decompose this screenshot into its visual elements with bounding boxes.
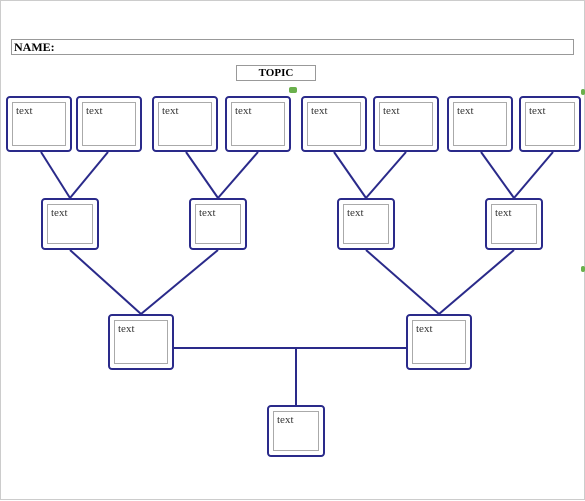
node-text: text: [47, 204, 93, 244]
tree-node[interactable]: text: [41, 198, 99, 250]
tree-node[interactable]: text: [6, 96, 72, 152]
node-text: text: [453, 102, 507, 146]
node-text: text: [379, 102, 433, 146]
node-text: text: [307, 102, 361, 146]
node-text: text: [491, 204, 537, 244]
node-text: text: [343, 204, 389, 244]
tree-node[interactable]: text: [485, 198, 543, 250]
topic-button[interactable]: TOPIC: [236, 65, 316, 81]
decoration-dot: [289, 87, 297, 93]
node-text: text: [12, 102, 66, 146]
decoration-dot: [581, 266, 585, 272]
tree-node[interactable]: text: [337, 198, 395, 250]
tree-node[interactable]: text: [447, 96, 513, 152]
tree-node[interactable]: text: [406, 314, 472, 370]
tree-node[interactable]: text: [373, 96, 439, 152]
tree-node[interactable]: text: [76, 96, 142, 152]
node-text: text: [82, 102, 136, 146]
node-text: text: [231, 102, 285, 146]
tree-node[interactable]: text: [301, 96, 367, 152]
node-text: text: [158, 102, 212, 146]
node-text: text: [114, 320, 168, 364]
tree-node[interactable]: text: [108, 314, 174, 370]
node-text: text: [195, 204, 241, 244]
node-text: text: [525, 102, 575, 146]
node-text: text: [412, 320, 466, 364]
tree-node[interactable]: text: [225, 96, 291, 152]
tree-node[interactable]: text: [152, 96, 218, 152]
tree-node[interactable]: text: [519, 96, 581, 152]
topic-label: TOPIC: [259, 67, 294, 79]
decoration-dot: [581, 89, 585, 95]
node-text: text: [273, 411, 319, 451]
worksheet-page: NAME: TOPIC text text t: [0, 0, 585, 500]
tree-node[interactable]: text: [267, 405, 325, 457]
tree-node[interactable]: text: [189, 198, 247, 250]
name-field[interactable]: NAME:: [11, 39, 574, 55]
name-label: NAME:: [14, 40, 55, 54]
